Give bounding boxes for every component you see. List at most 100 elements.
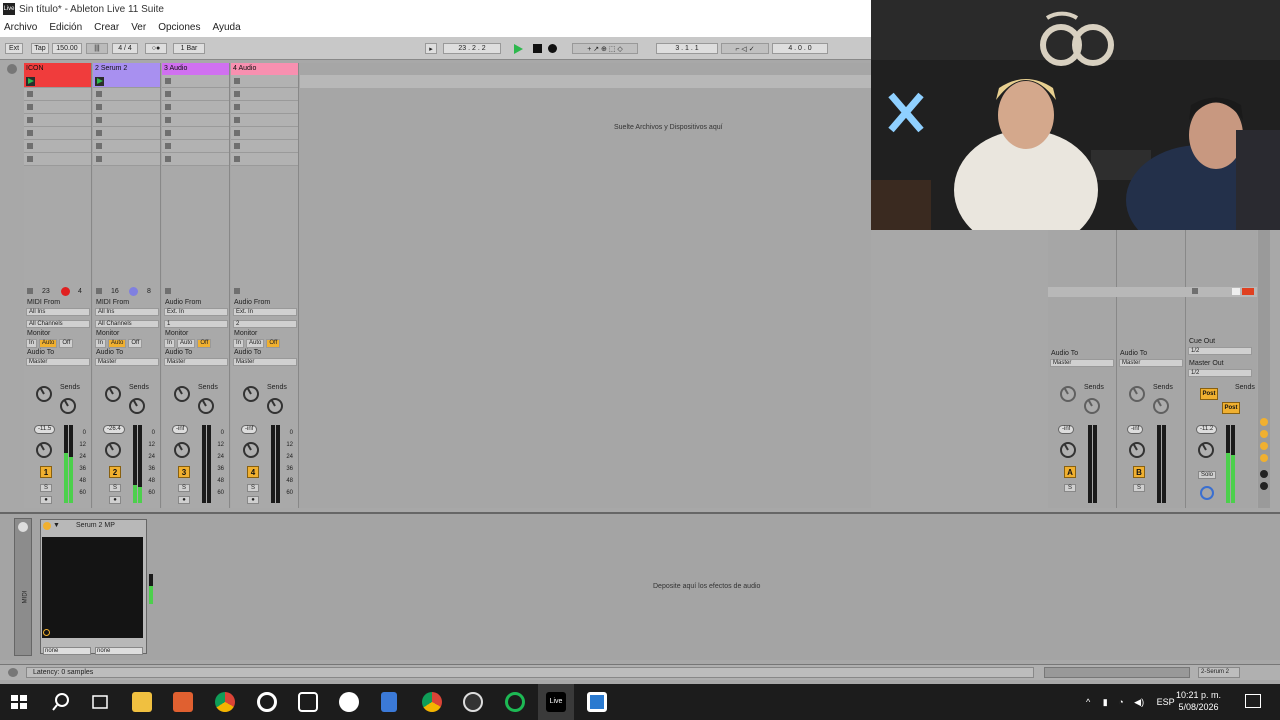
solo-button[interactable]: S <box>178 484 190 492</box>
nudge-buttons[interactable]: ||| <box>86 43 108 54</box>
overview-bar[interactable] <box>1044 667 1190 678</box>
volume-readout[interactable]: -11.5 <box>34 425 56 434</box>
return-a-output-select[interactable]: Master <box>1050 359 1114 367</box>
track-stop-icon[interactable] <box>234 288 240 294</box>
clip-slot[interactable] <box>93 88 160 101</box>
monitor-off[interactable]: Off <box>128 339 143 348</box>
arm-icon[interactable] <box>129 287 138 296</box>
clip-stop-icon[interactable] <box>234 156 240 162</box>
clip-stop-icon[interactable] <box>234 104 240 110</box>
stop-button[interactable] <box>533 44 542 53</box>
clip-slot[interactable] <box>162 153 229 166</box>
menu-archivo[interactable]: Archivo <box>4 22 37 33</box>
send-b-knob[interactable] <box>129 398 145 414</box>
track-activator-button[interactable]: 1 <box>40 466 52 478</box>
track-activator-button[interactable]: 4 <box>247 466 259 478</box>
track-stop-icon[interactable] <box>96 288 102 294</box>
notepad-icon[interactable] <box>587 692 607 712</box>
chrome-icon-2[interactable] <box>422 692 442 712</box>
clip-stop-icon[interactable] <box>165 156 171 162</box>
send-b-knob[interactable] <box>60 398 76 414</box>
clip-slot[interactable] <box>24 140 91 153</box>
clip-play-icon[interactable] <box>95 77 104 86</box>
post-button[interactable]: Post <box>1200 388 1218 400</box>
track-stop-icon[interactable] <box>27 288 33 294</box>
clip-slot[interactable] <box>93 114 160 127</box>
volume-readout[interactable]: -inf <box>241 425 258 434</box>
volume-icon[interactable]: ◀) <box>1134 697 1144 707</box>
solo-button[interactable]: S <box>109 484 121 492</box>
volume-readout[interactable]: -inf <box>172 425 189 434</box>
clip-slot[interactable] <box>162 140 229 153</box>
menu-ver[interactable]: Ver <box>131 22 146 33</box>
send-b-knob[interactable] <box>198 398 214 414</box>
scene-launch-icon[interactable] <box>1232 288 1240 295</box>
tap-tempo-button[interactable]: Tap <box>31 43 49 54</box>
monitor-in[interactable]: In <box>164 339 176 348</box>
clip-slot[interactable] <box>231 88 298 101</box>
return-b-send-knob[interactable] <box>1129 386 1145 402</box>
solo-button[interactable]: S <box>247 484 259 492</box>
clip-stop-icon[interactable] <box>165 104 171 110</box>
monitor-off[interactable]: Off <box>59 339 74 348</box>
time-signature-field[interactable]: 4 / 4 <box>112 43 138 54</box>
pan-knob[interactable] <box>36 442 52 458</box>
clip-slot[interactable] <box>93 127 160 140</box>
track-header-2[interactable]: 2 Serum 2 <box>93 63 160 75</box>
menu-opciones[interactable]: Opciones <box>158 22 200 33</box>
clip-stop-icon[interactable] <box>96 91 102 97</box>
clip-slot[interactable] <box>24 114 91 127</box>
clip-stop-icon[interactable] <box>96 130 102 136</box>
channel-select[interactable]: All Channels <box>26 320 90 328</box>
track-header-3[interactable]: 3 Audio <box>162 63 229 75</box>
clip-stop-icon[interactable] <box>96 143 102 149</box>
volume-readout[interactable]: -26.4 <box>103 425 125 434</box>
record-button[interactable] <box>548 44 557 53</box>
io-toggle-icon[interactable] <box>1260 418 1268 426</box>
clip-stop-icon[interactable] <box>165 143 171 149</box>
clip-stop-icon[interactable] <box>234 91 240 97</box>
clip-stop-icon[interactable] <box>96 156 102 162</box>
master-out-select[interactable]: 1/2 <box>1188 369 1252 377</box>
solo-button[interactable]: Solo <box>1198 471 1216 479</box>
post-button-2[interactable]: Post <box>1222 402 1240 414</box>
clip-slot[interactable] <box>162 127 229 140</box>
arm-icon[interactable] <box>61 287 70 296</box>
arm-button[interactable]: ● <box>178 496 190 504</box>
cue-out-select[interactable]: 1/2 <box>1188 347 1252 355</box>
crossfader-toggle-icon[interactable] <box>1260 470 1268 478</box>
obs-icon[interactable] <box>463 692 483 712</box>
clip-slot[interactable] <box>24 153 91 166</box>
input-select[interactable]: All Ins <box>26 308 90 316</box>
arm-button[interactable]: ● <box>40 496 52 504</box>
clip-slot[interactable] <box>24 127 91 140</box>
clip-slot[interactable] <box>231 153 298 166</box>
clip-slot[interactable] <box>24 101 91 114</box>
clip-stop-icon[interactable] <box>165 130 171 136</box>
return-b-activator[interactable]: B <box>1133 466 1145 478</box>
wrench-icon[interactable] <box>43 629 50 636</box>
clip-stop-icon[interactable] <box>27 156 33 162</box>
stop-all-clips-icon[interactable] <box>1192 288 1198 294</box>
pan-knob[interactable] <box>105 442 121 458</box>
browser-toggle-icon[interactable] <box>7 64 17 74</box>
input-select[interactable]: Ext. In <box>233 308 297 316</box>
record-arm-icon[interactable] <box>1242 288 1254 295</box>
session-record-controls[interactable]: + ↗ ⊕ ⬚ ◇ <box>572 43 638 54</box>
clip-slot[interactable] <box>93 153 160 166</box>
box-icon[interactable] <box>298 692 318 712</box>
loop-start-field[interactable]: 3 . 1 . 1 <box>656 43 718 54</box>
current-track-label[interactable]: 2-Serum 2 <box>1198 667 1240 678</box>
menu-ayuda[interactable]: Ayuda <box>212 22 240 33</box>
mixer-toggle-icon[interactable] <box>1260 454 1268 462</box>
clip-play-icon[interactable] <box>26 77 35 86</box>
ext-sync-button[interactable]: Ext <box>5 43 23 54</box>
menu-edicion[interactable]: Edición <box>49 22 82 33</box>
send-a-knob[interactable] <box>243 386 259 402</box>
clip-stop-icon[interactable] <box>234 130 240 136</box>
clip-slot[interactable] <box>231 75 298 88</box>
device-toggle-icon[interactable] <box>18 522 28 532</box>
return-a-activator[interactable]: A <box>1064 466 1076 478</box>
return-b-output-select[interactable]: Master <box>1119 359 1183 367</box>
clip-stop-icon[interactable] <box>27 104 33 110</box>
